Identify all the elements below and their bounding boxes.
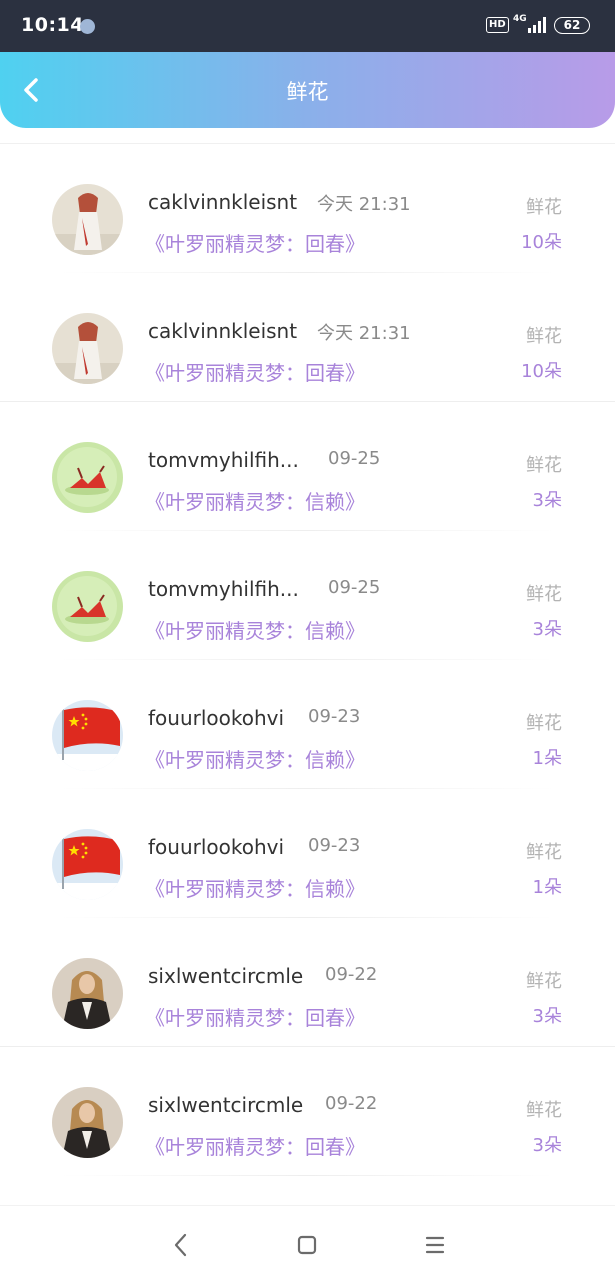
gift-book-title[interactable]: 《叶罗丽精灵梦：回春》 xyxy=(145,357,365,386)
gift-count: 10朵 xyxy=(521,361,562,382)
avatar xyxy=(52,184,123,255)
gift-type: 鲜花 xyxy=(526,1100,562,1121)
list-item[interactable]: fouurlookohvi 09-23 《叶罗丽精灵梦：信赖》 鲜花 1朵 xyxy=(0,789,615,918)
square-home-icon xyxy=(297,1235,317,1255)
avatar xyxy=(52,442,123,513)
avatar xyxy=(52,313,123,384)
gift-type: 鲜花 xyxy=(526,455,562,476)
gift-count: 3朵 xyxy=(532,619,562,640)
gift-book-title[interactable]: 《叶罗丽精灵梦：信赖》 xyxy=(145,873,365,902)
gift-type: 鲜花 xyxy=(526,326,562,347)
nav-back-button[interactable] xyxy=(164,1228,198,1262)
gift-book-title[interactable]: 《叶罗丽精灵梦：信赖》 xyxy=(145,486,365,515)
timestamp: 09-25 xyxy=(328,577,381,598)
hd-indicator: HD xyxy=(486,17,509,33)
status-bar: 10:14 HD 4G 62 xyxy=(0,0,615,52)
timestamp: 09-22 xyxy=(325,1093,378,1114)
header: 鲜花 xyxy=(0,52,615,128)
gift-book-title[interactable]: 《叶罗丽精灵梦：回春》 xyxy=(145,228,365,257)
gift-book-title[interactable]: 《叶罗丽精灵梦：回春》 xyxy=(145,1131,365,1160)
gift-type: 鲜花 xyxy=(526,842,562,863)
nav-menu-button[interactable] xyxy=(418,1228,452,1262)
list-item[interactable]: fouurlookohvi 09-23 《叶罗丽精灵梦：信赖》 鲜花 1朵 xyxy=(0,660,615,789)
gift-count: 10朵 xyxy=(521,232,562,253)
username: sixlwentcircmle xyxy=(148,964,304,988)
timestamp: 09-25 xyxy=(328,448,381,469)
avatar xyxy=(52,700,123,771)
username: tomvmyhilfih... xyxy=(148,577,299,601)
username: sixlwentcircmle xyxy=(148,1093,304,1117)
signal-icon xyxy=(528,17,548,33)
list-item[interactable]: tomvmyhilfih... 09-25 《叶罗丽精灵梦：信赖》 鲜花 3朵 xyxy=(0,531,615,660)
list-item[interactable]: sixlwentcircmle 09-22 《叶罗丽精灵梦：回春》 鲜花 3朵 xyxy=(0,1047,615,1176)
gift-count: 1朵 xyxy=(532,748,562,769)
timestamp: 09-22 xyxy=(325,964,378,985)
timestamp: 09-23 xyxy=(308,835,361,856)
triangle-back-icon xyxy=(174,1233,187,1257)
gift-count: 3朵 xyxy=(532,490,562,511)
system-nav-bar xyxy=(0,1205,615,1281)
avatar xyxy=(52,958,123,1029)
list-item[interactable]: tomvmyhilfih... 09-25 《叶罗丽精灵梦：信赖》 鲜花 3朵 xyxy=(0,402,615,531)
username: caklvinnkleisnt xyxy=(148,319,298,343)
page-title: 鲜花 xyxy=(286,80,329,104)
gift-book-title[interactable]: 《叶罗丽精灵梦：回春》 xyxy=(145,1002,365,1031)
gift-count: 3朵 xyxy=(532,1006,562,1027)
gift-type: 鲜花 xyxy=(526,713,562,734)
divider xyxy=(60,1175,555,1176)
list-item[interactable]: sixlwentcircmle 09-22 《叶罗丽精灵梦：回春》 鲜花 3朵 xyxy=(0,918,615,1047)
username: caklvinnkleisnt xyxy=(148,190,298,214)
gift-type: 鲜花 xyxy=(526,971,562,992)
avatar xyxy=(52,1087,123,1158)
list-item[interactable]: caklvinnkleisnt 今天 21:31 《叶罗丽精灵梦：回春》 鲜花 … xyxy=(0,144,615,273)
network-type: 4G xyxy=(513,14,527,24)
avatar xyxy=(52,829,123,900)
timestamp: 今天 21:31 xyxy=(317,323,411,344)
notification-icon xyxy=(80,19,95,34)
gift-count: 3朵 xyxy=(532,1135,562,1156)
gift-type: 鲜花 xyxy=(526,197,562,218)
username: fouurlookohvi xyxy=(148,706,285,730)
avatar xyxy=(52,571,123,642)
username: tomvmyhilfih... xyxy=(148,448,299,472)
timestamp: 今天 21:31 xyxy=(317,194,411,215)
battery-icon: 62 xyxy=(554,17,590,34)
gift-book-title[interactable]: 《叶罗丽精灵梦：信赖》 xyxy=(145,615,365,644)
gift-type: 鲜花 xyxy=(526,584,562,605)
username: fouurlookohvi xyxy=(148,835,285,859)
status-time: 10:14 xyxy=(21,14,84,36)
flower-record-list: caklvinnkleisnt 今天 21:31 《叶罗丽精灵梦：回春》 鲜花 … xyxy=(0,143,615,1206)
timestamp: 09-23 xyxy=(308,706,361,727)
gift-book-title[interactable]: 《叶罗丽精灵梦：信赖》 xyxy=(145,744,365,773)
nav-home-button[interactable] xyxy=(290,1228,324,1262)
list-item[interactable]: caklvinnkleisnt 今天 21:31 《叶罗丽精灵梦：回春》 鲜花 … xyxy=(0,273,615,402)
gift-count: 1朵 xyxy=(532,877,562,898)
menu-lines-icon xyxy=(425,1236,445,1254)
